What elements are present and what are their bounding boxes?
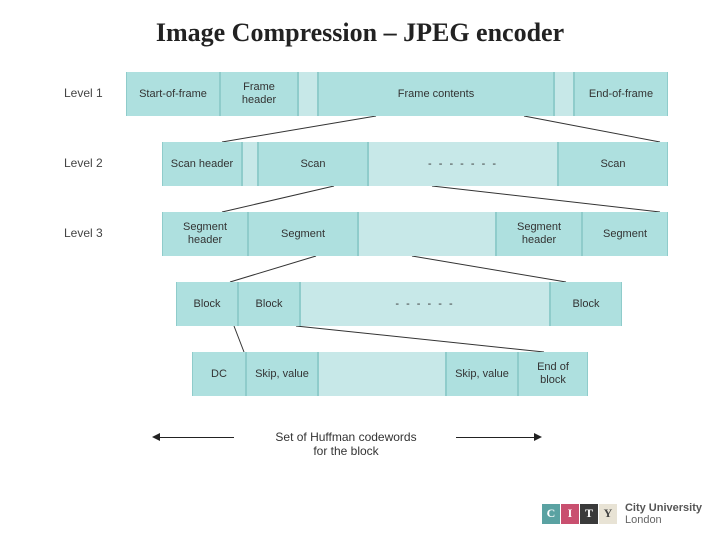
arrow-right-icon bbox=[534, 433, 542, 441]
logo-tile: I bbox=[561, 504, 579, 524]
cell-frame-contents: Frame contents bbox=[318, 72, 554, 116]
lane-level-4: Block Block - - - - - - Block bbox=[176, 282, 622, 326]
cell-segment: Segment bbox=[248, 212, 358, 256]
cell-block: Block bbox=[176, 282, 238, 326]
cell-spacer bbox=[554, 72, 574, 116]
cell-frame-header: Frame header bbox=[220, 72, 298, 116]
arrow-left-icon bbox=[152, 433, 160, 441]
cell-spacer bbox=[242, 142, 258, 186]
level-label: Level 1 bbox=[64, 86, 120, 100]
lane-level-3: Segment header Segment Segment header Se… bbox=[162, 212, 668, 256]
row-level-3: Level 3 Segment header Segment Segment h… bbox=[68, 212, 668, 256]
cell-start-of-frame: Start-of-frame bbox=[126, 72, 220, 116]
level-label: Level 3 bbox=[64, 226, 120, 240]
cell-block: Block bbox=[238, 282, 300, 326]
cell-spacer bbox=[318, 352, 446, 396]
logo-text: City University London bbox=[625, 502, 702, 526]
lane-level-2: Scan header Scan - - - - - - - Scan bbox=[162, 142, 668, 186]
cell-segment-header: Segment header bbox=[496, 212, 582, 256]
logo-tile: C bbox=[542, 504, 560, 524]
footer-caption: Set of Huffman codewords for the block bbox=[236, 430, 456, 458]
row-level-2: Level 2 Scan header Scan - - - - - - - S… bbox=[68, 142, 668, 186]
cell-skip-value: Skip, value bbox=[446, 352, 518, 396]
cell-skip-value: Skip, value bbox=[246, 352, 318, 396]
cell-segment: Segment bbox=[582, 212, 668, 256]
row-level-4: Block Block - - - - - - Block bbox=[68, 282, 668, 326]
logo-tile: Y bbox=[599, 504, 617, 524]
cell-scan-header: Scan header bbox=[162, 142, 242, 186]
diagram: Level 1 Start-of-frame Frame header Fram… bbox=[68, 72, 668, 404]
cell-dc: DC bbox=[192, 352, 246, 396]
logo-tile: T bbox=[580, 504, 598, 524]
cell-ellipsis: - - - - - - bbox=[300, 282, 550, 326]
page-title: Image Compression – JPEG encoder bbox=[0, 0, 720, 48]
cell-spacer bbox=[298, 72, 318, 116]
cell-segment-header: Segment header bbox=[162, 212, 248, 256]
cell-scan: Scan bbox=[558, 142, 668, 186]
cell-end-of-block: End of block bbox=[518, 352, 588, 396]
row-level-5: DC Skip, value Skip, value End of block bbox=[68, 352, 668, 396]
level-label: Level 2 bbox=[64, 156, 120, 170]
cell-end-of-frame: End-of-frame bbox=[574, 72, 668, 116]
cell-scan: Scan bbox=[258, 142, 368, 186]
lane-level-5: DC Skip, value Skip, value End of block bbox=[192, 352, 588, 396]
logo-tiles: C I T Y bbox=[542, 504, 617, 524]
cell-spacer bbox=[358, 212, 496, 256]
lane-level-1: Start-of-frame Frame header Frame conten… bbox=[126, 72, 668, 116]
arrow-line-right bbox=[456, 437, 534, 438]
cell-ellipsis: - - - - - - - bbox=[368, 142, 558, 186]
cell-block: Block bbox=[550, 282, 622, 326]
arrow-line-left bbox=[158, 437, 234, 438]
row-level-1: Level 1 Start-of-frame Frame header Fram… bbox=[68, 72, 668, 116]
university-logo: C I T Y City University London bbox=[542, 502, 702, 526]
